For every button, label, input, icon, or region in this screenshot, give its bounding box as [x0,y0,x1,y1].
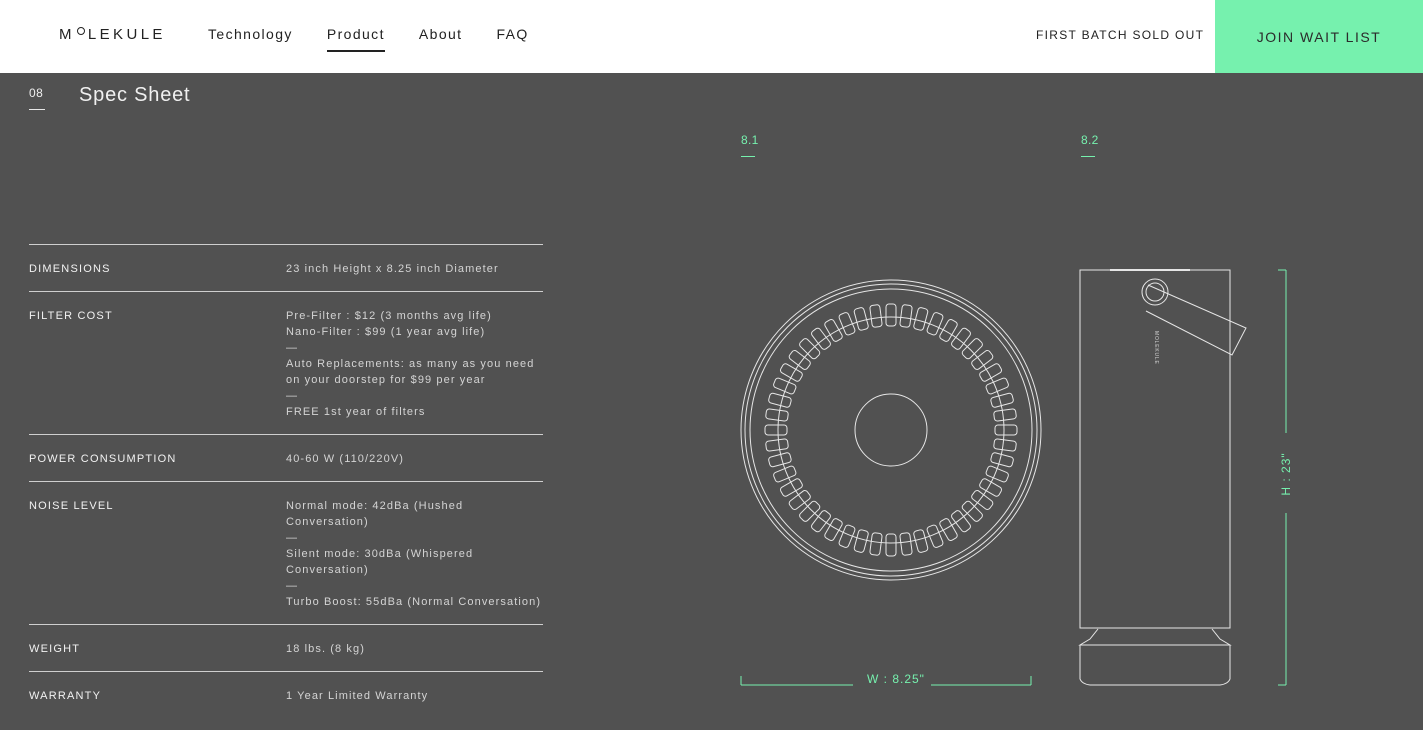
outer-rim-inner [744,283,1038,577]
brand-logo[interactable]: M LEKULE [59,25,166,43]
vent-slot [869,304,883,328]
spec-label: WEIGHT [29,643,81,655]
vent-slot [899,532,913,556]
section-number: 08 [29,86,46,110]
vent-slot [768,452,792,468]
vent-slot [885,533,897,557]
site-header: M LEKULE Technology Product About FAQ FI… [0,0,1423,73]
vent-slot [990,452,1014,468]
vent-slot [951,327,971,350]
spec-value: 40-60 W (110/220V) [286,451,543,467]
nav-technology[interactable]: Technology [208,0,293,73]
nav-faq[interactable]: FAQ [496,0,528,73]
vent-slot [961,500,983,522]
spec-value-line: Normal mode: 42dBa (Hushed Conversation) [286,500,464,528]
spec-row: FILTER COST Pre-Filter : $12 (3 months av… [29,291,543,434]
spec-row: WEIGHT 18 lbs. (8 kg) [29,624,543,671]
vent-slot [788,350,811,370]
spec-value-line: Silent mode: 30dBa (Whispered Conversati… [286,548,474,576]
main-nav: Technology Product About FAQ [208,0,563,73]
vent-slot [971,490,994,510]
spec-value: Normal mode: 42dBa (Hushed Conversation)… [286,498,543,610]
spec-value-line: — [286,580,299,592]
height-dimension-label: H : 23" [1279,452,1293,496]
spec-table: DIMENSIONS 23 inch Height x 8.25 inch Dia… [29,244,543,718]
spec-label: WARRANTY [29,690,102,702]
spec-value-line: FREE 1st year of filters [286,406,426,418]
vent-slot [913,529,929,553]
spec-value-line: — [286,532,299,544]
vent-slot [951,510,971,533]
vent-slot [899,304,913,328]
side-view-drawing [1078,269,1247,686]
spec-label: FILTER COST [29,310,113,322]
vent-slot [885,303,897,327]
spec-value-line: 40-60 W (110/220V) [286,453,405,465]
technical-drawing-svg: MOLEKULE [740,269,1287,686]
vent-slot [788,490,811,510]
spec-value-line: 23 inch Height x 8.25 inch Diameter [286,263,499,275]
vent-slot [853,307,869,331]
nav-about[interactable]: About [419,0,463,73]
vent-slot [961,338,983,360]
spec-value-line: — [286,390,299,402]
vent-slot [971,350,994,370]
logo-letters: LEKULE [87,25,166,43]
vent-slot [994,424,1018,436]
vent-slot [869,532,883,556]
handle [1145,284,1247,356]
vent-slot [799,338,821,360]
vent-slot [993,438,1017,452]
vent-ring-inner [777,316,1005,544]
spec-value: 23 inch Height x 8.25 inch Diameter [286,261,543,277]
base-neck [1078,628,1232,646]
top-view-drawing [740,279,1042,581]
device-body [1079,269,1231,629]
spec-value-line: Pre-Filter : $12 (3 months avg life) [286,310,492,322]
width-dimension-label: W : 8.25" [867,672,925,686]
sold-out-status: FIRST BATCH SOLD OUT [1036,28,1205,42]
logo-ring-icon [76,26,85,35]
vent-slot [811,510,831,533]
vent-slot [913,307,929,331]
product-drawing: 8.1 8.2 MOLEKULE W: 8.25" H: 23" [580,73,1423,730]
spec-value-line: Turbo Boost: 55dBa (Normal Conversation) [286,596,542,608]
spec-value: 1 Year Limited Warranty [286,688,543,704]
vent-slot [765,408,789,422]
vent-slot [765,438,789,452]
handle-pivot-inner [1145,282,1165,302]
vent-slot [811,327,831,350]
device-brand-text: MOLEKULE [1153,331,1159,365]
vent-slot [990,392,1014,408]
vent-slot [993,408,1017,422]
nav-product[interactable]: Product [326,0,385,73]
spec-value-line: 18 lbs. (8 kg) [286,643,365,655]
spec-row: NOISE LEVEL Normal mode: 42dBa (Hushed Co… [29,481,543,624]
base-foot [1079,645,1231,686]
spec-value: Pre-Filter : $12 (3 months avg life) Nano… [286,308,543,420]
vent-slot [799,500,821,522]
spec-row: DIMENSIONS 23 inch Height x 8.25 inch Dia… [29,244,543,291]
spec-value-line: — [286,342,299,354]
spec-label: NOISE LEVEL [29,500,114,512]
vent-slot [768,392,792,408]
section-title: Spec Sheet [79,84,191,106]
spec-value-line: Auto Replacements: as many as you need o… [286,358,535,386]
join-wait-list-button[interactable]: JOIN WAIT LIST [1215,0,1423,73]
spec-row: POWER CONSUMPTION 40-60 W (110/220V) [29,434,543,481]
center-cap [854,393,928,467]
spec-label: DIMENSIONS [29,263,111,275]
spec-value: 18 lbs. (8 kg) [286,641,543,657]
spec-row: WARRANTY 1 Year Limited Warranty [29,671,543,718]
vent-slot [764,424,788,436]
vent-slot [853,529,869,553]
vent-slots [764,303,1018,557]
spec-label: POWER CONSUMPTION [29,453,177,465]
logo-letter-m: M [59,25,75,43]
outer-rim [740,279,1042,581]
spec-value-line: 1 Year Limited Warranty [286,690,429,702]
vent-ring-outer [749,288,1033,572]
spec-value-line: Nano-Filter : $99 (1 year avg life) [286,326,486,338]
